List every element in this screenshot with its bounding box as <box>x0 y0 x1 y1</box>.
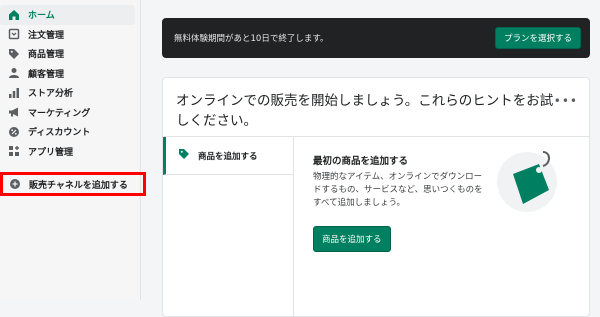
sidebar-item-label: 顧客管理 <box>28 69 65 80</box>
sidebar-item-products[interactable]: 商品管理 <box>0 44 140 64</box>
sidebar-item-label: ディスカウント <box>28 128 91 139</box>
tip-title: 最初の商品を追加する <box>313 156 409 167</box>
sidebar-item-label: ストア分析 <box>28 89 74 100</box>
orders-icon <box>8 28 20 40</box>
apps-icon <box>8 145 20 157</box>
tip-body: 物理的なアイテム、オンラインでダウンロードするもの、サービスなど、思いつくものを… <box>313 172 483 208</box>
more-options-icon[interactable]: ••• <box>554 94 578 108</box>
person-icon <box>8 67 20 79</box>
sidebar-item-apps[interactable]: アプリ管理 <box>0 142 140 162</box>
add-product-button[interactable]: 商品を追加する <box>313 226 391 252</box>
sidebar-item-label: アプリ管理 <box>28 147 74 158</box>
sidebar-item-orders[interactable]: 注文管理 <box>0 25 140 45</box>
sidebar: ホーム 注文管理 商品管理 顧客管理 ストア分析 マーケティング ディスカウント… <box>0 0 141 300</box>
sidebar-item-label: マーケティング <box>28 108 91 119</box>
tag-icon <box>8 48 20 60</box>
sidebar-item-home[interactable]: ホーム <box>0 5 135 25</box>
bar-chart-icon <box>8 87 20 99</box>
setup-guide-card: オンラインでの販売を開始しましょう。これらのヒントをお試しください。 ••• 商… <box>162 77 590 317</box>
trial-banner: 無料体験期間があと10日で終了します。 プランを選択する <box>162 18 590 58</box>
add-sales-channel-button[interactable]: 販売チャネルを追加する <box>0 172 146 196</box>
sidebar-item-discounts[interactable]: ディスカウント <box>0 122 140 142</box>
sidebar-item-marketing[interactable]: マーケティング <box>0 103 140 123</box>
plus-circle-icon <box>9 178 21 190</box>
tag-icon <box>178 148 190 163</box>
sidebar-item-label: 商品管理 <box>28 50 65 61</box>
discount-icon <box>8 126 20 138</box>
sidebar-item-analytics[interactable]: ストア分析 <box>0 83 140 103</box>
product-tag-illustration <box>493 146 561 214</box>
sidebar-item-customers[interactable]: 顧客管理 <box>0 64 140 84</box>
sidebar-item-label: 注文管理 <box>28 30 65 41</box>
select-plan-button[interactable]: プランを選択する <box>494 27 581 49</box>
tab-label: 商品を追加する <box>198 151 258 162</box>
trial-banner-text: 無料体験期間があと10日で終了します。 <box>174 34 329 44</box>
megaphone-icon <box>8 106 20 118</box>
sidebar-item-label: ホーム <box>28 11 55 22</box>
tips-tab-list: 商品を追加する <box>163 137 294 317</box>
add-sales-channel-label: 販売チャネルを追加する <box>29 180 128 191</box>
home-icon <box>8 9 20 21</box>
card-title: オンラインでの販売を開始しましょう。これらのヒントをお試しください。 <box>176 93 554 129</box>
tab-add-product[interactable]: 商品を追加する <box>163 137 293 175</box>
